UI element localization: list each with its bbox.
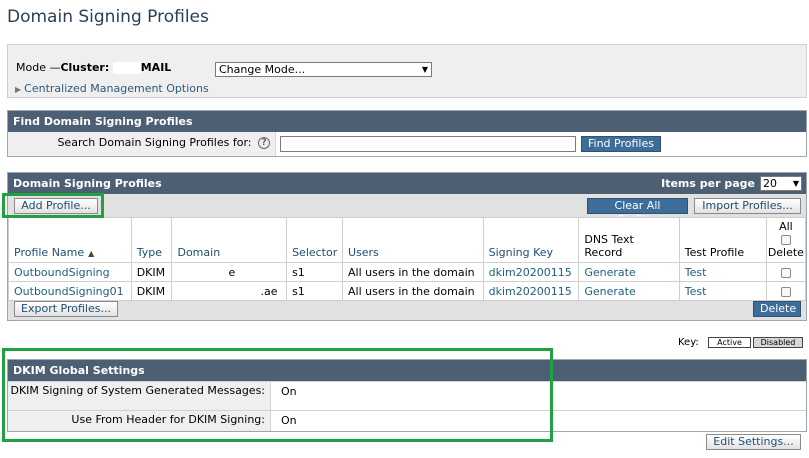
selector-cell: s1 [286,281,343,301]
delete-checkbox[interactable] [781,286,792,297]
mode-label: Mode —Cluster: MAIL [16,61,172,74]
domain-cell: .ae [171,281,288,301]
type-cell: DKIM [130,262,173,282]
find-label: Search Domain Signing Profiles for: ? [8,132,276,156]
select-all-checkbox[interactable] [780,235,791,245]
column-header-profile-name[interactable]: Profile Name ▲ [8,217,132,263]
domain-signing-profiles-panel: Domain Signing Profiles Items per page 2… [7,172,807,321]
profiles-table: Profile Name ▲ Type Domain Selector Users… [8,217,807,301]
sort-ascending-icon: ▲ [88,249,95,258]
table-row: OutboundSigning01 DKIM .ae s1 All users … [8,281,807,301]
column-header-test-profile: Test Profile [678,217,767,263]
key-label: Key: [678,337,699,348]
type-cell: DKIM [130,281,173,301]
export-profiles-button[interactable]: Export Profiles... [14,301,118,317]
profile-name-link[interactable]: OutboundSigning [8,262,132,282]
table-row: OutboundSigning DKIM e s1 All users in t… [8,262,807,282]
generate-link[interactable]: Generate [578,281,680,301]
add-profile-button[interactable]: Add Profile... [14,198,98,214]
dkim-setting-row: DKIM Signing of System Generated Message… [8,381,806,410]
expand-triangle-icon: ▶ [15,85,22,94]
chevron-down-icon: ▼ [792,179,799,188]
key-active: Active [708,337,751,348]
signing-key-link[interactable]: dkim20200115 [482,281,580,301]
chevron-down-icon: ▼ [421,65,428,74]
delete-button[interactable]: Delete [753,301,801,317]
column-header-selector[interactable]: Selector [286,217,343,263]
setting-label: DKIM Signing of System Generated Message… [8,382,271,410]
column-header-signing-key[interactable]: Signing Key [482,217,580,263]
change-mode-select[interactable]: Change Mode... ▼ [215,62,432,77]
edit-settings-button[interactable]: Edit Settings... [706,434,801,450]
selector-cell: s1 [286,262,343,282]
column-header-domain[interactable]: Domain [171,217,288,263]
items-per-page-label: Items per page [661,177,755,190]
clear-all-profiles-button[interactable]: Clear All Profiles [587,198,688,226]
items-per-page-select[interactable]: 20 ▼ [760,176,802,191]
test-link[interactable]: Test [678,281,767,301]
generate-link[interactable]: Generate [578,262,680,282]
dkim-setting-row: Use From Header for DKIM Signing: On [8,410,806,431]
setting-value: On [281,414,297,427]
column-header-delete: All Delete [765,217,807,263]
help-icon[interactable]: ? [258,137,270,149]
users-cell: All users in the domain [341,262,484,282]
delete-checkbox[interactable] [781,267,792,278]
mode-panel: Mode —Cluster: MAIL Change Mode... ▼ ▶ Ce… [7,44,807,98]
import-profiles-button[interactable]: Import Profiles... [694,198,801,214]
search-input[interactable] [280,136,576,152]
find-profiles-button[interactable]: Find Profiles [581,136,661,152]
test-link[interactable]: Test [678,262,767,282]
dkim-panel-header: DKIM Global Settings [8,360,806,381]
find-row: Search Domain Signing Profiles for: ? Fi… [8,132,806,156]
page-title: Domain Signing Profiles [7,7,209,27]
centralized-management-link[interactable]: ▶ Centralized Management Options [15,82,209,95]
users-cell: All users in the domain [341,281,484,301]
signing-key-link[interactable]: dkim20200115 [482,262,580,282]
find-profiles-panel: Find Domain Signing Profiles Search Doma… [7,110,807,157]
table-header-row: Profile Name ▲ Type Domain Selector Users… [8,217,807,263]
column-header-type[interactable]: Type [130,217,173,263]
dkim-global-settings-panel: DKIM Global Settings DKIM Signing of Sys… [7,359,807,432]
profile-name-link[interactable]: OutboundSigning01 [8,281,132,301]
find-panel-header: Find Domain Signing Profiles [8,111,806,132]
column-header-dns-text-record: DNS Text Record [578,217,680,263]
column-header-users[interactable]: Users [341,217,484,263]
setting-label: Use From Header for DKIM Signing: [8,411,271,431]
domain-cell: e [171,262,288,282]
setting-value: On [281,385,297,398]
key-disabled: Disabled [753,337,803,348]
redacted-cluster-name [112,62,141,74]
